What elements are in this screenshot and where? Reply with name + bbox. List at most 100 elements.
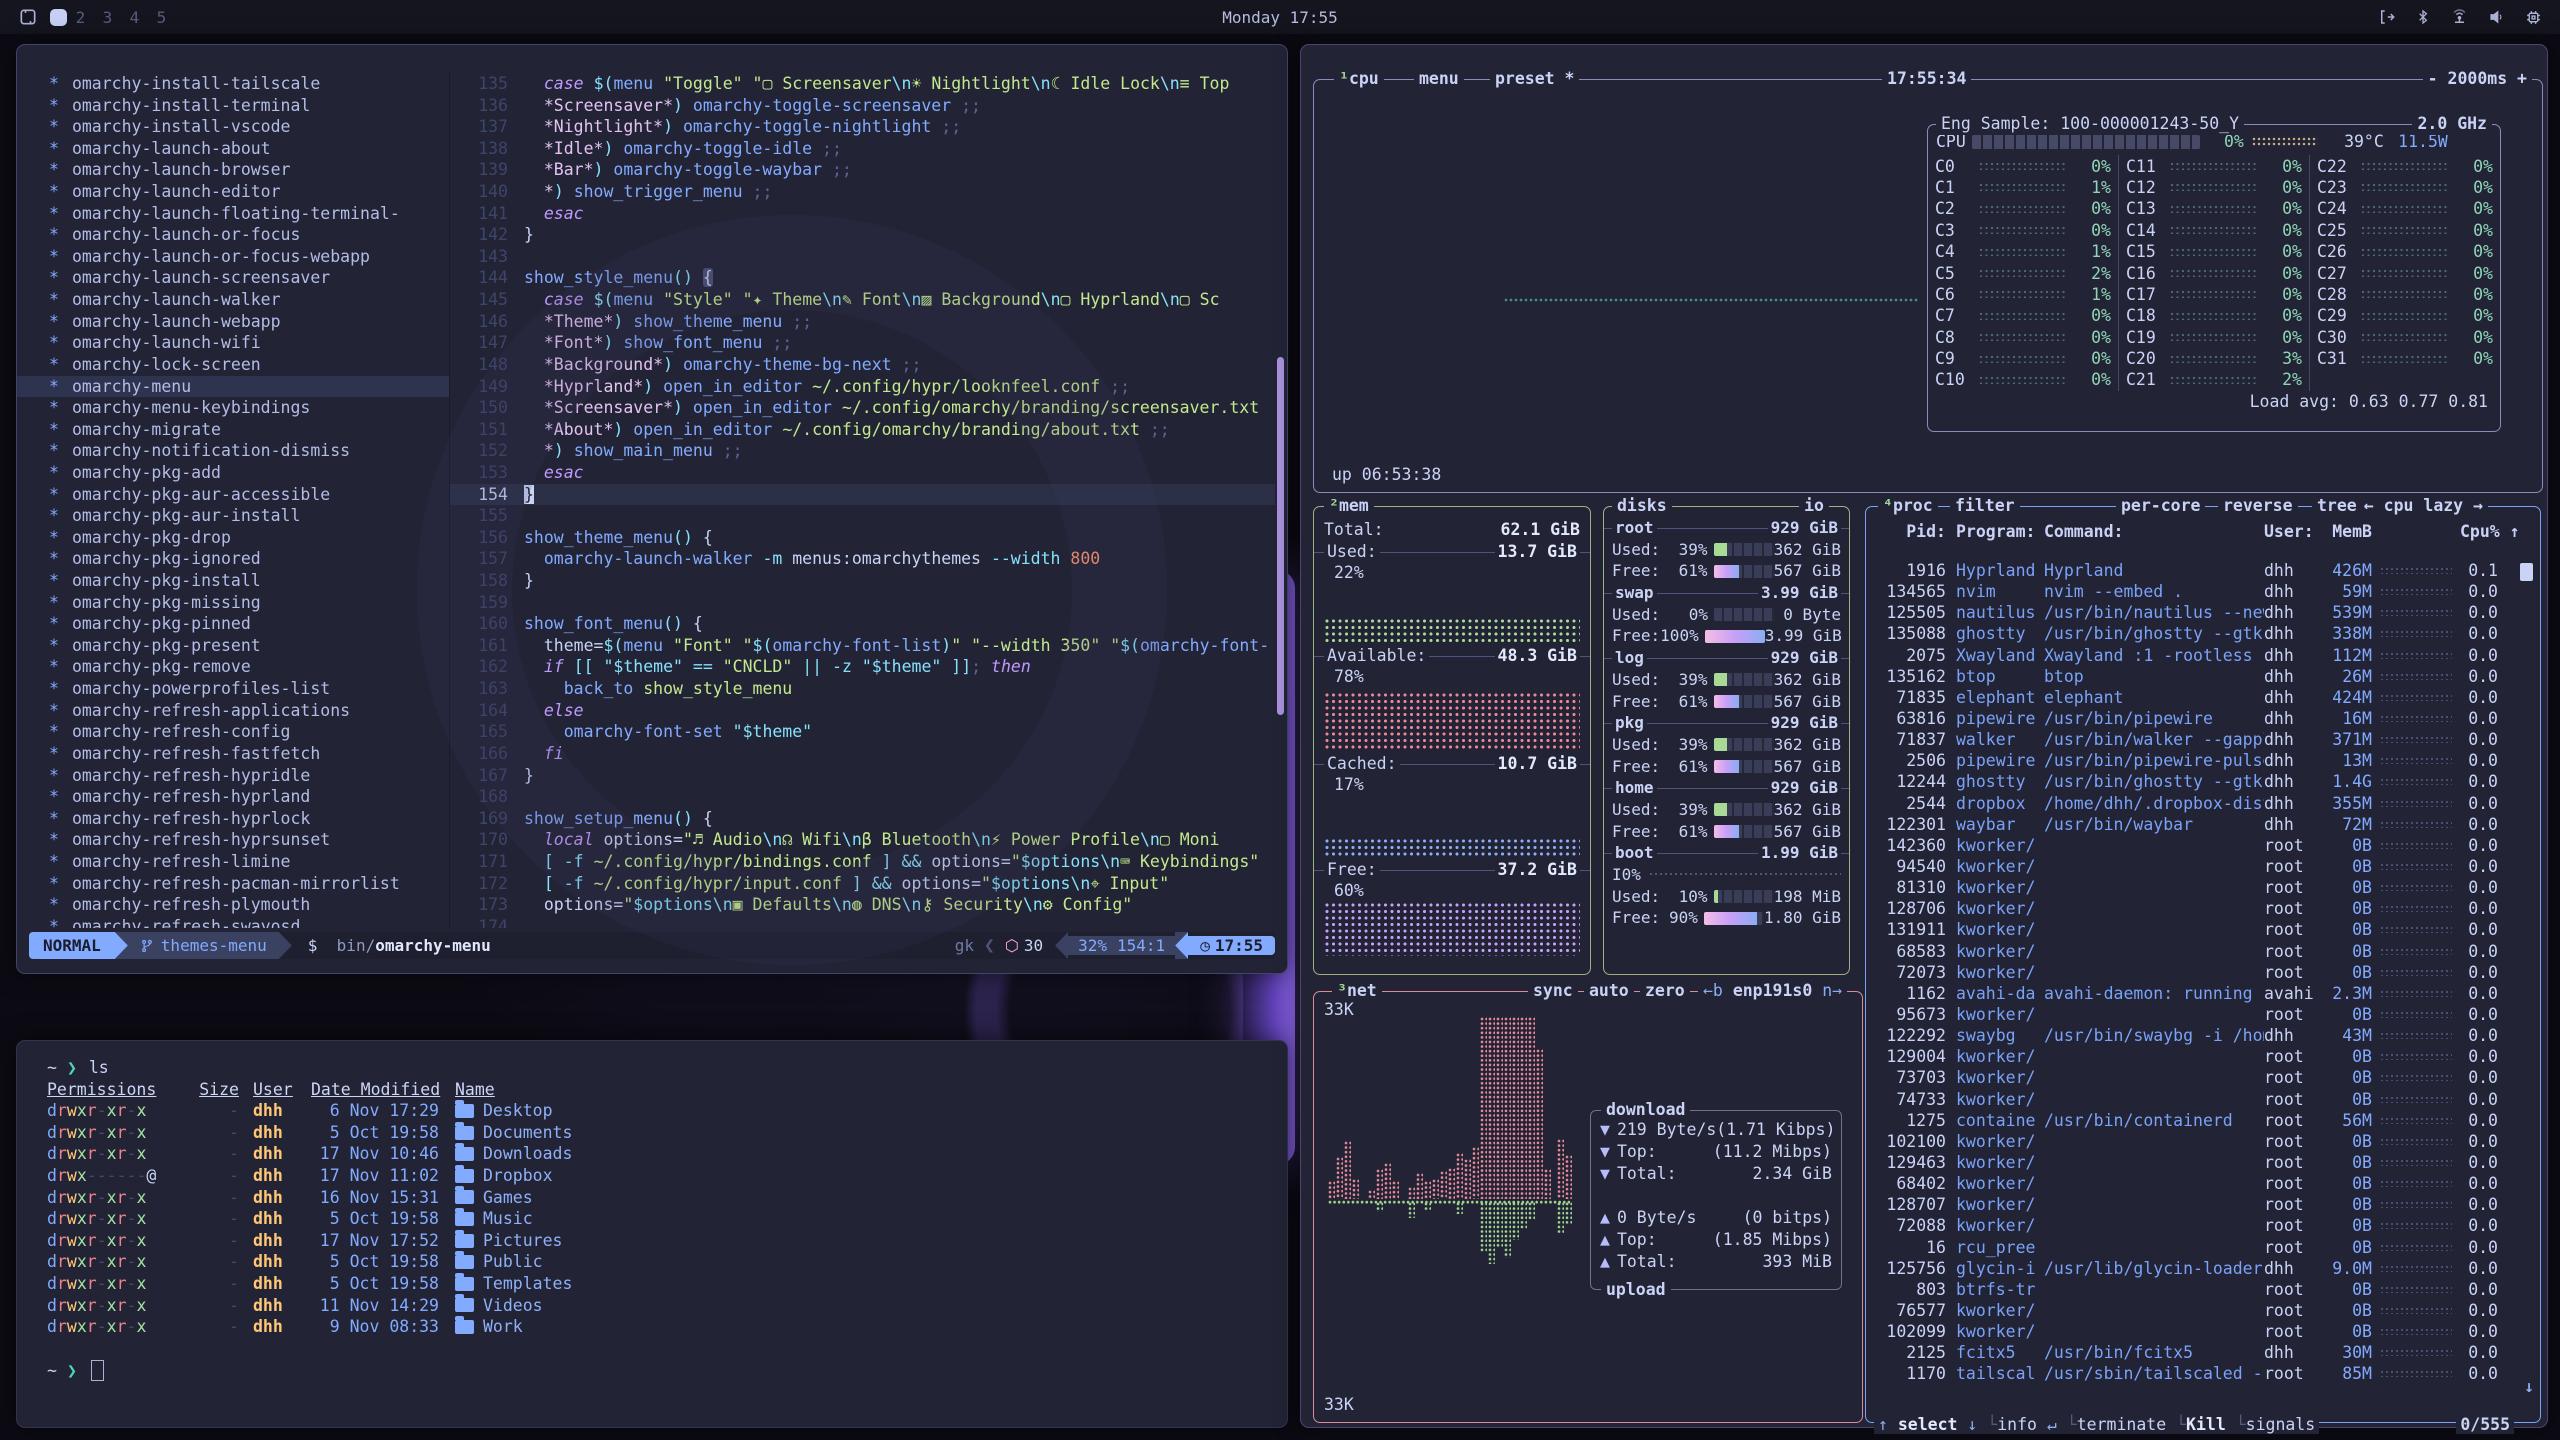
tab-mem[interactable]: ²mem (1324, 495, 1374, 517)
prompt-input[interactable]: ~❯ (47, 1360, 1287, 1382)
net-sync-button[interactable]: sync (1528, 980, 1578, 1002)
process-row[interactable]: 73703kworker/root0B0.0 (1866, 1067, 2526, 1088)
preset-button[interactable]: preset * (1490, 68, 1579, 90)
process-row[interactable]: 129463kworker/root0B0.0 (1866, 1152, 2526, 1173)
file-list-item[interactable]: *omarchy-launch-walker (17, 289, 449, 311)
file-list-item[interactable]: *omarchy-launch-screensaver (17, 267, 449, 289)
process-row[interactable]: 16rcu_preeroot0B0.0 (1866, 1237, 2526, 1258)
process-row[interactable]: 74733kworker/root0B0.0 (1866, 1089, 2526, 1110)
file-list-item[interactable]: *omarchy-powerprofiles-list (17, 678, 449, 700)
file-list-item[interactable]: *omarchy-pkg-add (17, 462, 449, 484)
process-row[interactable]: 128706kworker/root0B0.0 (1866, 898, 2526, 919)
code-pane[interactable]: 135 case $(menu "Toggle" "▢ Screensaver\… (450, 73, 1275, 928)
process-row[interactable]: 102099kworker/root0B0.0 (1866, 1321, 2526, 1342)
process-row[interactable]: 95673kworker/root0B0.0 (1866, 1004, 2526, 1025)
scrollbar-thumb[interactable] (1277, 357, 1284, 715)
process-row[interactable]: 1170tailscal/usr/sbin/tailscaled --root8… (1866, 1363, 2526, 1384)
tab-disks[interactable]: disks (1612, 495, 1672, 517)
file-list-item[interactable]: *omarchy-launch-browser (17, 159, 449, 181)
process-row[interactable]: 129004kworker/root0B0.0 (1866, 1046, 2526, 1067)
tab-io[interactable]: io (1799, 495, 1829, 517)
file-list-item[interactable]: *omarchy-refresh-swayosd (17, 916, 449, 928)
file-list-item[interactable]: *omarchy-refresh-applications (17, 700, 449, 722)
process-row[interactable]: 803btrfs-trroot0B0.0 (1866, 1279, 2526, 1300)
file-list-item[interactable]: *omarchy-refresh-fastfetch (17, 743, 449, 765)
process-table-header[interactable]: Pid:Program:Command:User:MemBCpu% ↑ (1866, 521, 2540, 542)
process-row[interactable]: 102100kworker/root0B0.0 (1866, 1131, 2526, 1152)
file-list-item[interactable]: *omarchy-pkg-aur-accessible (17, 484, 449, 506)
process-row[interactable]: 2125fcitx5/usr/bin/fcitx5dhh30M0.0 (1866, 1342, 2526, 1363)
file-list-item[interactable]: *omarchy-refresh-plymouth (17, 894, 449, 916)
file-list-item[interactable]: *omarchy-pkg-drop (17, 527, 449, 549)
file-list-item[interactable]: *omarchy-pkg-present (17, 635, 449, 657)
process-row[interactable]: 1162avahi-daavahi-daemon: running [avahi… (1866, 983, 2526, 1004)
file-list-item[interactable]: *omarchy-menu (17, 376, 449, 398)
proc-sort-selector[interactable]: ← cpu lazy → (2359, 495, 2488, 517)
tab-net[interactable]: ³net (1332, 980, 1382, 1002)
file-list-item[interactable]: *omarchy-pkg-remove (17, 656, 449, 678)
file-list-item[interactable]: *omarchy-pkg-ignored (17, 548, 449, 570)
file-list-item[interactable]: *omarchy-launch-wifi (17, 332, 449, 354)
process-row[interactable]: 76577kworker/root0B0.0 (1866, 1300, 2526, 1321)
file-list-item[interactable]: *omarchy-refresh-hyprlock (17, 808, 449, 830)
file-list-item[interactable]: *omarchy-pkg-aur-install (17, 505, 449, 527)
net-auto-button[interactable]: auto (1584, 980, 1634, 1002)
file-list-item[interactable]: *omarchy-refresh-config (17, 721, 449, 743)
process-row[interactable]: 122301waybar/usr/bin/waybardhh72M0.0 (1866, 814, 2526, 835)
file-list-item[interactable]: *omarchy-menu-keybindings (17, 397, 449, 419)
file-list-item[interactable]: *omarchy-launch-webapp (17, 311, 449, 333)
terminal-window[interactable]: ~❯lsPermissionsSizeUserDate ModifiedName… (16, 1040, 1288, 1428)
process-row[interactable]: 142360kworker/root0B0.0 (1866, 835, 2526, 856)
tab-cpu[interactable]: ¹cpu (1334, 68, 1384, 90)
file-list-item[interactable]: *omarchy-install-tailscale (17, 73, 449, 95)
file-list-item[interactable]: *omarchy-pkg-missing (17, 592, 449, 614)
process-row[interactable]: 135162btopbtopdhh26M0.0 (1866, 666, 2526, 687)
file-list-item[interactable]: *omarchy-pkg-pinned (17, 613, 449, 635)
file-list-pane[interactable]: *omarchy-install-tailscale*omarchy-insta… (17, 73, 450, 928)
process-row[interactable]: 2506pipewire/usr/bin/pipewire-pulsedhh13… (1866, 750, 2526, 771)
file-list-item[interactable]: *omarchy-lock-screen (17, 354, 449, 376)
file-list-item[interactable]: *omarchy-refresh-pacman-mirrorlist (17, 873, 449, 895)
file-list-item[interactable]: *omarchy-refresh-hyprland (17, 786, 449, 808)
process-row[interactable]: 1916HyprlandHyprlanddhh426M0.1 (1866, 560, 2526, 581)
process-row[interactable]: 12244ghostty/usr/bin/ghostty --gtk-dhh1.… (1866, 771, 2526, 792)
proc-scrollbar-thumb[interactable] (2520, 563, 2533, 581)
file-list-item[interactable]: *omarchy-pkg-install (17, 570, 449, 592)
file-list-item[interactable]: *omarchy-refresh-hypridle (17, 765, 449, 787)
file-list-item[interactable]: *omarchy-install-vscode (17, 116, 449, 138)
file-list-item[interactable]: *omarchy-refresh-hyprsunset (17, 829, 449, 851)
file-list-item[interactable]: *omarchy-migrate (17, 419, 449, 441)
file-list-item[interactable]: *omarchy-notification-dismiss (17, 440, 449, 462)
process-row[interactable]: 2544dropbox/home/dhh/.dropbox-distdhh355… (1866, 793, 2526, 814)
process-row[interactable]: 125505nautilus/usr/bin/nautilus --newdhh… (1866, 602, 2526, 623)
process-row[interactable]: 94540kworker/root0B0.0 (1866, 856, 2526, 877)
file-list-item[interactable]: *omarchy-launch-editor (17, 181, 449, 203)
proc-percore-button[interactable]: per-core (2116, 495, 2205, 517)
process-row[interactable]: 128707kworker/root0B0.0 (1866, 1194, 2526, 1215)
process-row[interactable]: 134565nvimnvim --embed .dhh59M0.0 (1866, 581, 2526, 602)
proc-filter-button[interactable]: filter (1950, 495, 2020, 517)
proc-reverse-button[interactable]: reverse (2218, 495, 2298, 517)
process-row[interactable]: 68402kworker/root0B0.0 (1866, 1173, 2526, 1194)
file-list-item[interactable]: *omarchy-refresh-limine (17, 851, 449, 873)
update-interval[interactable]: - 2000ms + (2423, 68, 2532, 90)
process-row[interactable]: 1275containe/usr/bin/containerdroot56M0.… (1866, 1110, 2526, 1131)
menu-button[interactable]: menu (1414, 68, 1464, 90)
file-list-item[interactable]: *omarchy-launch-about (17, 138, 449, 160)
proc-tree-button[interactable]: tree (2312, 495, 2362, 517)
process-row[interactable]: 68583kworker/root0B0.0 (1866, 941, 2526, 962)
process-row[interactable]: 122292swaybg/usr/bin/swaybg -i /homdhh43… (1866, 1025, 2526, 1046)
process-row[interactable]: 81310kworker/root0B0.0 (1866, 877, 2526, 898)
process-row[interactable]: 72088kworker/root0B0.0 (1866, 1215, 2526, 1236)
process-row[interactable]: 135088ghostty/usr/bin/ghostty --gtk-dhh3… (1866, 623, 2526, 644)
net-zero-button[interactable]: zero (1640, 980, 1690, 1002)
file-list-item[interactable]: *omarchy-launch-or-focus (17, 224, 449, 246)
process-row[interactable]: 71835elephantelephantdhh424M0.0 (1866, 687, 2526, 708)
process-row[interactable]: 72073kworker/root0B0.0 (1866, 962, 2526, 983)
file-list-item[interactable]: *omarchy-launch-or-focus-webapp (17, 246, 449, 268)
net-interface[interactable]: ←b enp191s0 n→ (1698, 980, 1847, 1002)
file-list-item[interactable]: *omarchy-install-terminal (17, 95, 449, 117)
process-row[interactable]: 131911kworker/root0B0.0 (1866, 919, 2526, 940)
file-list-item[interactable]: *omarchy-launch-floating-terminal- (17, 203, 449, 225)
process-row[interactable]: 2075XwaylandXwayland :1 -rootless -dhh11… (1866, 645, 2526, 666)
